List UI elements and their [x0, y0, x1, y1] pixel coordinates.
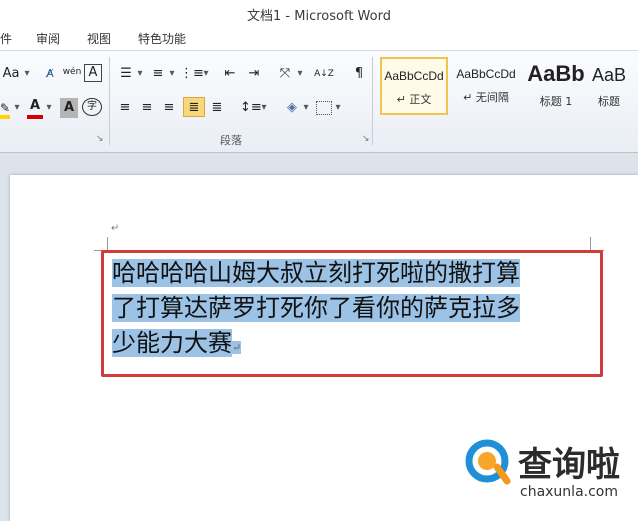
- increase-indent-icon[interactable]: ⇥: [244, 64, 264, 84]
- window-title: 文档1 - Microsoft Word: [247, 9, 391, 24]
- sort-button[interactable]: A↓Z: [313, 64, 335, 84]
- highlight-color-bar: [0, 115, 10, 119]
- chinese-layout-icon[interactable]: ⤧: [274, 64, 296, 84]
- justify-icon[interactable]: ≣: [183, 97, 205, 117]
- paragraph-mark: ↵: [111, 223, 120, 234]
- enclose-characters-button[interactable]: A: [84, 64, 102, 82]
- character-shading-button[interactable]: A: [60, 98, 78, 118]
- watermark-url: chaxunla.com: [520, 484, 618, 500]
- style-no-spacing[interactable]: AaBbCcDd ↵ 无间隔: [452, 57, 520, 115]
- separator: [109, 57, 110, 145]
- chevron-down-icon[interactable]: ▾: [302, 98, 310, 118]
- chevron-down-icon[interactable]: ▾: [44, 98, 54, 118]
- distributed-icon[interactable]: ≣: [208, 98, 226, 118]
- change-case-button[interactable]: Aa: [0, 64, 22, 84]
- font-color-bar: [27, 115, 43, 119]
- align-left-icon[interactable]: ≡: [116, 98, 134, 118]
- chevron-down-icon[interactable]: ▾: [202, 64, 210, 84]
- chaxunla-logo-icon: [465, 439, 511, 485]
- style-heading-1[interactable]: AaBb 标题 1: [524, 57, 588, 115]
- tab-view[interactable]: 视图: [87, 30, 111, 47]
- tab-special-features[interactable]: 特色功能: [138, 30, 186, 47]
- chevron-down-icon[interactable]: ▾: [136, 64, 144, 84]
- line-spacing-icon[interactable]: ↕≡: [240, 98, 262, 118]
- enclosed-character-button[interactable]: 字: [82, 98, 102, 116]
- align-right-icon[interactable]: ≡: [160, 98, 178, 118]
- separator: [372, 57, 373, 145]
- chevron-down-icon[interactable]: ▾: [22, 64, 32, 84]
- borders-icon[interactable]: [316, 101, 332, 115]
- shading-icon[interactable]: ◈: [282, 98, 302, 118]
- style-name: 标题 1: [539, 95, 573, 108]
- style-title[interactable]: AaB 标题: [592, 57, 638, 115]
- style-sample: AaB: [592, 65, 627, 85]
- align-center-icon[interactable]: ≡: [138, 98, 156, 118]
- chevron-down-icon[interactable]: ▾: [12, 98, 22, 118]
- margin-corner: [94, 237, 108, 251]
- annotation-frame: [101, 250, 603, 377]
- dialog-launcher-icon[interactable]: ↘: [96, 134, 104, 144]
- style-sample: AaBbCcDd: [456, 67, 516, 81]
- tab-file[interactable]: 件: [0, 30, 12, 47]
- chevron-down-icon[interactable]: ▾: [296, 64, 304, 84]
- show-marks-button[interactable]: ¶: [350, 64, 368, 84]
- style-name: ↵ 无间隔: [463, 91, 509, 104]
- numbering-icon[interactable]: ≡: [148, 64, 168, 84]
- clear-format-icon[interactable]: A̸: [40, 64, 60, 84]
- tab-review[interactable]: 审阅: [36, 30, 60, 47]
- chevron-down-icon[interactable]: ▾: [334, 98, 342, 118]
- style-sample: AaBb: [527, 61, 585, 86]
- style-normal[interactable]: AaBbCcDd ↵ 正文: [380, 57, 448, 115]
- title-bar: 文档1 - Microsoft Word: [0, 0, 638, 26]
- paragraph-group-label: 段落: [220, 134, 242, 147]
- margin-corner: [590, 237, 604, 251]
- chevron-down-icon[interactable]: ▾: [168, 64, 176, 84]
- phonetic-guide-button[interactable]: wén: [62, 62, 82, 82]
- dialog-launcher-icon[interactable]: ↘: [362, 134, 370, 144]
- watermark-brand: 查询啦: [518, 445, 620, 485]
- style-name: 标题: [598, 95, 620, 108]
- ribbon-tabs: 件 审阅 视图 特色功能: [0, 26, 638, 50]
- style-sample: AaBbCcDd: [384, 69, 444, 83]
- font-color-button[interactable]: A: [26, 96, 44, 116]
- bullets-icon[interactable]: ☰: [116, 64, 136, 84]
- style-name: ↵ 正文: [396, 93, 432, 106]
- multilevel-list-icon[interactable]: ⋮≡: [180, 64, 204, 84]
- chevron-down-icon[interactable]: ▾: [260, 98, 268, 118]
- decrease-indent-icon[interactable]: ⇤: [220, 64, 240, 84]
